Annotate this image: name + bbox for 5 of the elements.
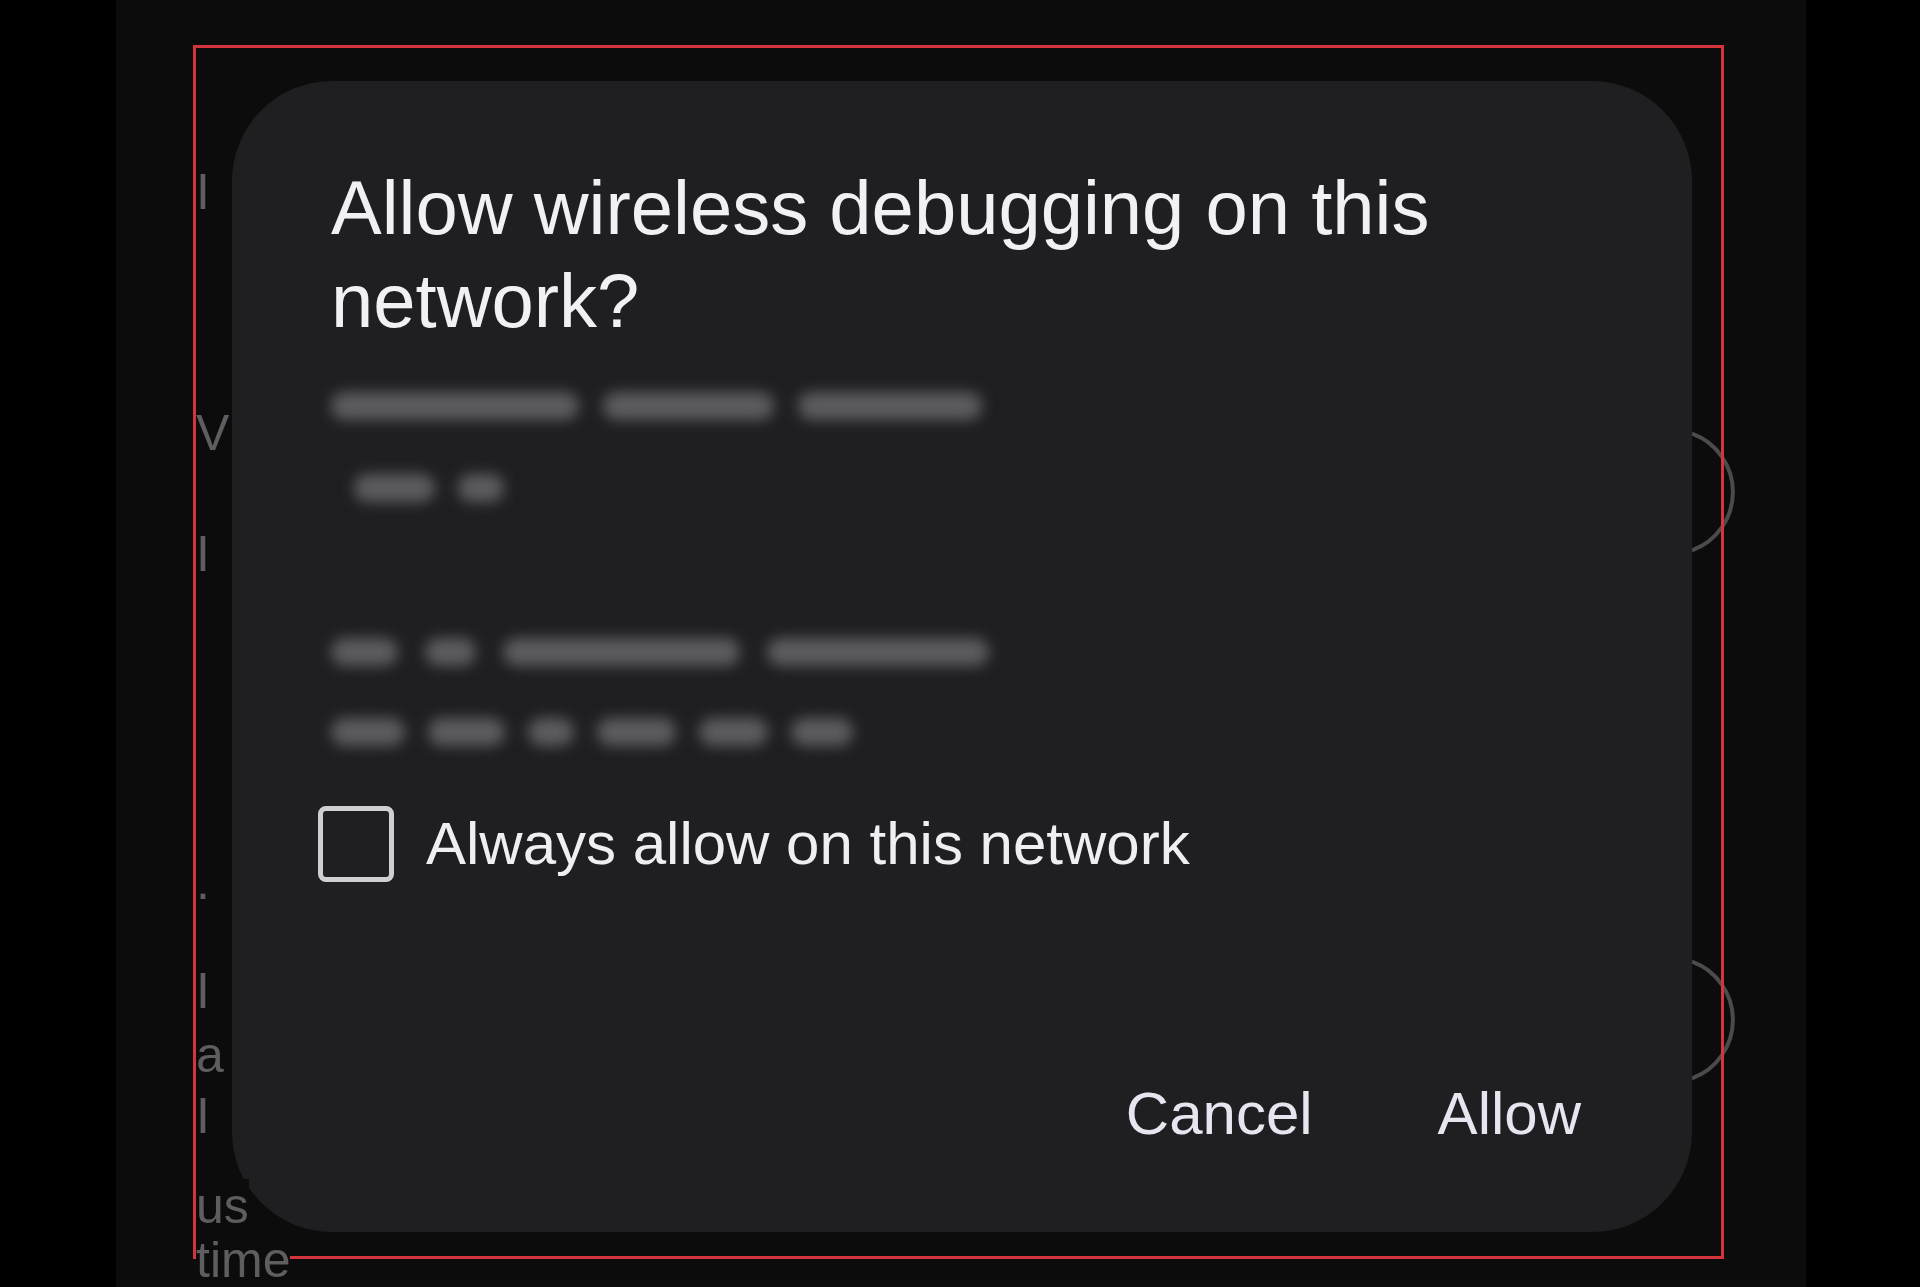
checkbox-label: Always allow on this network	[426, 809, 1190, 879]
dialog-title: Allow wireless debugging on this network?	[331, 164, 1431, 345]
checkbox[interactable]	[318, 806, 394, 882]
dialog-button[interactable]: Cancel	[1105, 1066, 1333, 1162]
dialog-button[interactable]: Allow	[1417, 1066, 1601, 1162]
